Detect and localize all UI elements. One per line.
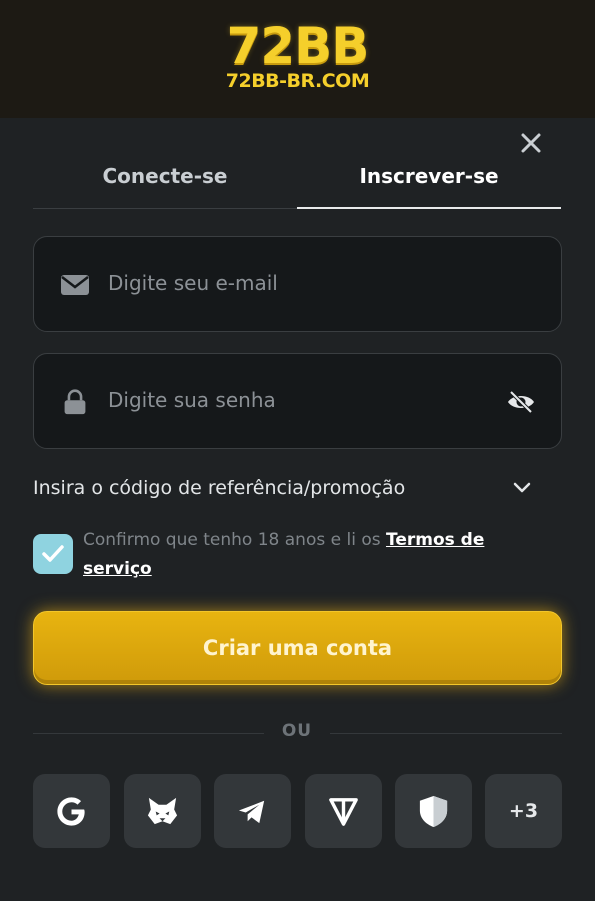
telegram-icon <box>238 800 265 824</box>
divider-right <box>330 733 562 734</box>
promo-code-label: Insira o código de referência/promoção <box>33 477 406 499</box>
lock-icon <box>64 389 86 415</box>
google-icon <box>57 797 85 826</box>
logo-domain: 72BB-BR.COM <box>225 70 370 92</box>
create-account-label: Criar uma conta <box>202 636 393 660</box>
metamask-login-button[interactable] <box>124 774 201 848</box>
close-icon <box>521 133 541 153</box>
terms-text: Confirmo que tenho 18 anos e li os Termo… <box>83 526 553 584</box>
email-field[interactable]: Digite seu e-mail <box>33 236 562 332</box>
tab-signup[interactable]: Inscrever-se <box>297 160 561 208</box>
google-login-button[interactable] <box>33 774 110 848</box>
eye-off-icon[interactable] <box>506 390 536 414</box>
password-placeholder: Digite sua senha <box>108 388 276 412</box>
ton-icon <box>329 798 358 826</box>
close-button[interactable] <box>516 128 546 158</box>
tab-active-indicator <box>297 207 561 209</box>
email-placeholder: Digite seu e-mail <box>108 271 278 295</box>
terms-label: Confirmo que tenho 18 anos e li os <box>83 530 386 550</box>
telegram-login-button[interactable] <box>214 774 291 848</box>
shield-icon <box>419 795 448 828</box>
envelope-icon <box>61 275 89 295</box>
divider-left <box>33 733 264 734</box>
logo[interactable]: 72BB 72BB-BR.COM <box>0 17 595 92</box>
terms-checkbox[interactable] <box>33 534 73 574</box>
ton-login-button[interactable] <box>305 774 382 848</box>
more-login-options-button[interactable]: +3 <box>485 774 562 848</box>
shield-login-button[interactable] <box>395 774 472 848</box>
checkmark-icon <box>42 545 64 562</box>
header: 72BB 72BB-BR.COM <box>0 0 595 118</box>
password-field[interactable]: Digite sua senha <box>33 353 562 449</box>
metamask-icon <box>147 797 178 825</box>
more-options-label: +3 <box>508 800 539 822</box>
tab-login[interactable]: Conecte-se <box>33 160 297 208</box>
promo-code-toggle[interactable]: Insira o código de referência/promoção <box>33 473 543 503</box>
create-account-button[interactable]: Criar uma conta <box>33 611 562 685</box>
chevron-down-icon <box>513 482 531 493</box>
tab-underline <box>33 208 297 209</box>
logo-text: 72BB <box>226 17 370 75</box>
or-label: OU <box>281 721 313 741</box>
